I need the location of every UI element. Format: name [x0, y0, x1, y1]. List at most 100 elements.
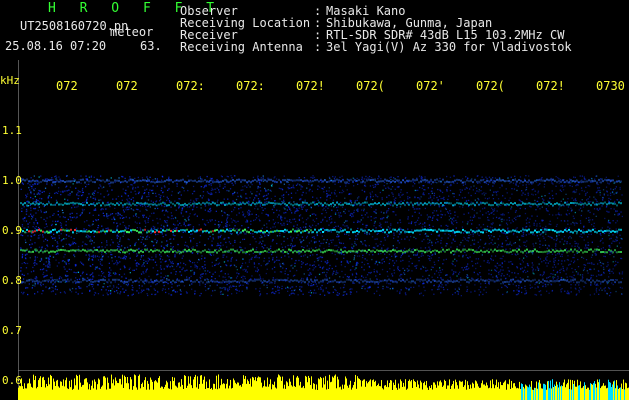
noise-dot	[404, 177, 406, 179]
noise-dot	[383, 212, 385, 214]
noise-dot	[383, 181, 386, 183]
noise-dot	[439, 177, 441, 180]
noise-dot	[533, 222, 535, 224]
noise-dot	[554, 276, 556, 279]
noise-dot	[374, 194, 377, 196]
noise-dot	[50, 277, 52, 279]
noise-dot	[343, 286, 345, 288]
noise-dot	[365, 252, 368, 255]
noise-dot	[297, 183, 299, 185]
noise-dot	[531, 193, 533, 195]
noise-dot	[524, 293, 526, 295]
noise-dot	[442, 197, 444, 200]
noise-dot	[221, 221, 223, 223]
noise-dot	[33, 234, 35, 236]
noise-dot	[501, 218, 503, 220]
noise-dot	[579, 207, 582, 209]
noise-dot	[546, 247, 548, 249]
noise-dot	[49, 287, 51, 289]
noise-dot	[301, 208, 303, 210]
noise-dot	[102, 212, 104, 214]
noise-dot	[436, 288, 439, 291]
noise-dot	[485, 176, 487, 178]
noise-dot	[340, 260, 343, 263]
noise-dot	[287, 274, 289, 276]
noise-dot	[350, 202, 353, 204]
noise-dot	[119, 261, 121, 263]
noise-dot	[561, 238, 563, 240]
noise-dot	[152, 219, 154, 222]
noise-dot	[606, 265, 608, 268]
noise-dot	[350, 212, 352, 215]
noise-dot	[475, 267, 477, 270]
noise-dot	[614, 260, 617, 263]
noise-dot	[227, 260, 229, 262]
noise-dot	[414, 196, 416, 198]
noise-dot	[150, 285, 152, 287]
noise-dot	[380, 226, 382, 228]
noise-dot	[536, 200, 538, 203]
noise-dot	[306, 237, 308, 239]
noise-dot	[391, 186, 394, 188]
noise-dot	[202, 273, 204, 275]
noise-dot	[455, 271, 457, 273]
noise-dot	[616, 232, 618, 234]
noise-dot	[98, 256, 100, 258]
noise-dot	[597, 209, 599, 211]
noise-dot	[291, 247, 293, 249]
noise-dot	[532, 268, 534, 270]
noise-dot	[611, 270, 613, 273]
noise-dot	[576, 252, 578, 254]
noise-dot	[535, 209, 537, 211]
noise-dot	[404, 252, 406, 254]
noise-dot	[495, 276, 497, 278]
noise-dot	[154, 192, 157, 195]
noise-dot	[136, 204, 138, 207]
noise-dot	[503, 232, 505, 234]
noise-dot	[614, 213, 616, 216]
noise-dot	[449, 235, 451, 237]
noise-dot	[146, 176, 148, 178]
noise-dot	[542, 235, 544, 237]
noise-dot	[363, 208, 365, 210]
noise-dot	[550, 283, 552, 285]
noise-dot	[146, 262, 148, 264]
noise-dot	[58, 277, 61, 279]
noise-dot	[391, 192, 393, 194]
noise-dot	[319, 293, 321, 296]
noise-dot	[124, 258, 127, 260]
noise-dot	[258, 242, 260, 245]
noise-dot	[125, 209, 127, 211]
noise-dot	[80, 275, 82, 277]
noise-dot	[226, 283, 228, 286]
noise-dot	[87, 277, 89, 279]
noise-dot	[400, 191, 402, 193]
noise-dot	[175, 217, 177, 219]
noise-dot	[140, 255, 143, 257]
noise-dot	[537, 190, 540, 192]
noise-dot	[619, 186, 621, 189]
noise-dot	[616, 245, 618, 247]
noise-dot	[573, 260, 576, 262]
noise-dot	[290, 187, 293, 189]
noise-dot	[274, 176, 276, 178]
noise-dot	[466, 187, 468, 189]
noise-dot	[194, 264, 196, 266]
noise-dot	[31, 215, 33, 217]
noise-dot	[92, 256, 95, 258]
noise-dot	[565, 227, 568, 230]
noise-dot	[556, 229, 558, 232]
noise-dot	[155, 242, 158, 244]
noise-dot	[168, 183, 170, 185]
noise-dot	[407, 198, 409, 200]
noise-dot	[325, 261, 327, 263]
noise-dot	[491, 212, 493, 214]
noise-dot	[471, 178, 473, 180]
noise-dot	[204, 270, 206, 272]
noise-dot	[98, 214, 100, 216]
noise-dot	[349, 261, 351, 263]
noise-dot	[264, 187, 266, 190]
noise-dot	[338, 241, 341, 244]
noise-dot	[69, 194, 71, 196]
noise-dot	[377, 283, 379, 285]
